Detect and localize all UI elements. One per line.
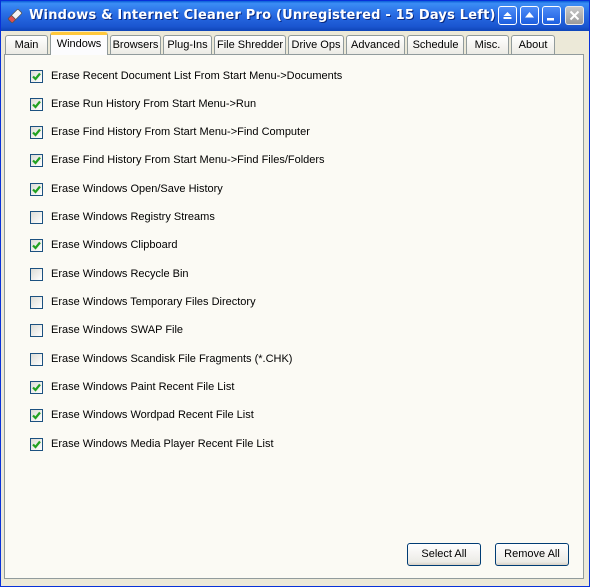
minimize-icon bbox=[547, 18, 554, 21]
option-recent-documents[interactable]: Erase Recent Document List From Start Me… bbox=[30, 68, 342, 84]
tab-schedule[interactable]: Schedule bbox=[407, 35, 464, 54]
tab-plug-ins[interactable]: Plug-Ins bbox=[163, 35, 212, 54]
rollup-button[interactable] bbox=[498, 6, 517, 25]
option-label: Erase Windows Media Player Recent File L… bbox=[51, 438, 274, 450]
window-title: Windows & Internet Cleaner Pro (Unregist… bbox=[29, 8, 496, 23]
check-icon bbox=[32, 440, 41, 449]
option-label: Erase Windows Recycle Bin bbox=[51, 268, 189, 280]
close-button[interactable] bbox=[565, 6, 584, 25]
checkbox[interactable] bbox=[30, 295, 43, 309]
tab-advanced[interactable]: Advanced bbox=[346, 35, 405, 54]
tab-browsers[interactable]: Browsers bbox=[110, 35, 161, 54]
option-run-history[interactable]: Erase Run History From Start Menu->Run bbox=[30, 96, 256, 112]
option-swap-file[interactable]: Erase Windows SWAP File bbox=[30, 322, 183, 338]
title-bar[interactable]: Windows & Internet Cleaner Pro (Unregist… bbox=[1, 1, 589, 31]
checkbox[interactable] bbox=[30, 380, 43, 394]
checkbox[interactable] bbox=[30, 153, 43, 167]
option-label: Erase Windows Temporary Files Directory bbox=[51, 296, 256, 308]
checkbox[interactable] bbox=[30, 352, 43, 366]
option-registry-streams[interactable]: Erase Windows Registry Streams bbox=[30, 209, 215, 225]
option-scandisk-fragments[interactable]: Erase Windows Scandisk File Fragments (*… bbox=[30, 351, 292, 367]
checkbox[interactable] bbox=[30, 69, 43, 83]
checkbox[interactable] bbox=[30, 97, 43, 111]
tab-misc[interactable]: Misc. bbox=[466, 35, 509, 54]
option-temp-files[interactable]: Erase Windows Temporary Files Directory bbox=[30, 294, 256, 310]
tab-main[interactable]: Main bbox=[5, 35, 48, 54]
checkbox[interactable] bbox=[30, 267, 43, 281]
option-label: Erase Windows SWAP File bbox=[51, 324, 184, 336]
check-icon bbox=[32, 383, 41, 392]
option-clipboard[interactable]: Erase Windows Clipboard bbox=[30, 237, 178, 253]
tab-drive-ops[interactable]: Drive Ops bbox=[288, 35, 344, 54]
option-recycle-bin[interactable]: Erase Windows Recycle Bin bbox=[30, 266, 189, 282]
option-label: Erase Windows Wordpad Recent File List bbox=[51, 409, 254, 421]
check-icon bbox=[32, 128, 41, 137]
tab-windows[interactable]: Windows bbox=[50, 32, 108, 55]
option-label: Erase Windows Open/Save History bbox=[51, 183, 223, 195]
checkbox[interactable] bbox=[30, 408, 43, 422]
check-icon bbox=[32, 411, 41, 420]
option-wordpad-recent[interactable]: Erase Windows Wordpad Recent File List bbox=[30, 407, 254, 423]
tab-strip: Main Windows Browsers Plug-Ins File Shre… bbox=[1, 31, 589, 55]
main-window: Windows & Internet Cleaner Pro (Unregist… bbox=[0, 0, 590, 587]
option-label: Erase Find History From Start Menu->Find… bbox=[51, 126, 310, 138]
option-media-player-recent[interactable]: Erase Windows Media Player Recent File L… bbox=[30, 436, 274, 452]
rollup-icon bbox=[503, 12, 512, 19]
option-find-files-history[interactable]: Erase Find History From Start Menu->Find… bbox=[30, 152, 325, 168]
select-all-button[interactable]: Select All bbox=[407, 543, 481, 566]
option-label: Erase Recent Document List From Start Me… bbox=[51, 70, 343, 82]
expand-button[interactable] bbox=[520, 6, 539, 25]
check-icon bbox=[32, 185, 41, 194]
check-icon bbox=[32, 241, 41, 250]
checkbox[interactable] bbox=[30, 125, 43, 139]
tab-file-shredder[interactable]: File Shredder bbox=[214, 35, 286, 54]
option-label: Erase Find History From Start Menu->Find… bbox=[51, 154, 325, 166]
eraser-icon bbox=[7, 8, 23, 24]
remove-all-button[interactable]: Remove All bbox=[495, 543, 569, 566]
close-icon bbox=[569, 10, 580, 21]
checkbox[interactable] bbox=[30, 437, 43, 451]
windows-options-panel: Erase Recent Document List From Start Me… bbox=[4, 54, 584, 579]
option-paint-recent[interactable]: Erase Windows Paint Recent File List bbox=[30, 379, 234, 395]
check-icon bbox=[32, 72, 41, 81]
minimize-button[interactable] bbox=[542, 6, 561, 25]
checkbox[interactable] bbox=[30, 182, 43, 196]
option-label: Erase Windows Scandisk File Fragments (*… bbox=[51, 353, 293, 365]
option-label: Erase Windows Paint Recent File List bbox=[51, 381, 235, 393]
option-find-computer-history[interactable]: Erase Find History From Start Menu->Find… bbox=[30, 124, 310, 140]
checkbox[interactable] bbox=[30, 210, 43, 224]
tab-about[interactable]: About bbox=[511, 35, 555, 54]
option-open-save-history[interactable]: Erase Windows Open/Save History bbox=[30, 181, 223, 197]
option-label: Erase Windows Registry Streams bbox=[51, 211, 215, 223]
expand-icon bbox=[525, 12, 534, 18]
option-label: Erase Run History From Start Menu->Run bbox=[51, 98, 257, 110]
check-icon bbox=[32, 100, 41, 109]
checkbox[interactable] bbox=[30, 323, 43, 337]
check-icon bbox=[32, 156, 41, 165]
checkbox[interactable] bbox=[30, 238, 43, 252]
option-label: Erase Windows Clipboard bbox=[51, 239, 178, 251]
